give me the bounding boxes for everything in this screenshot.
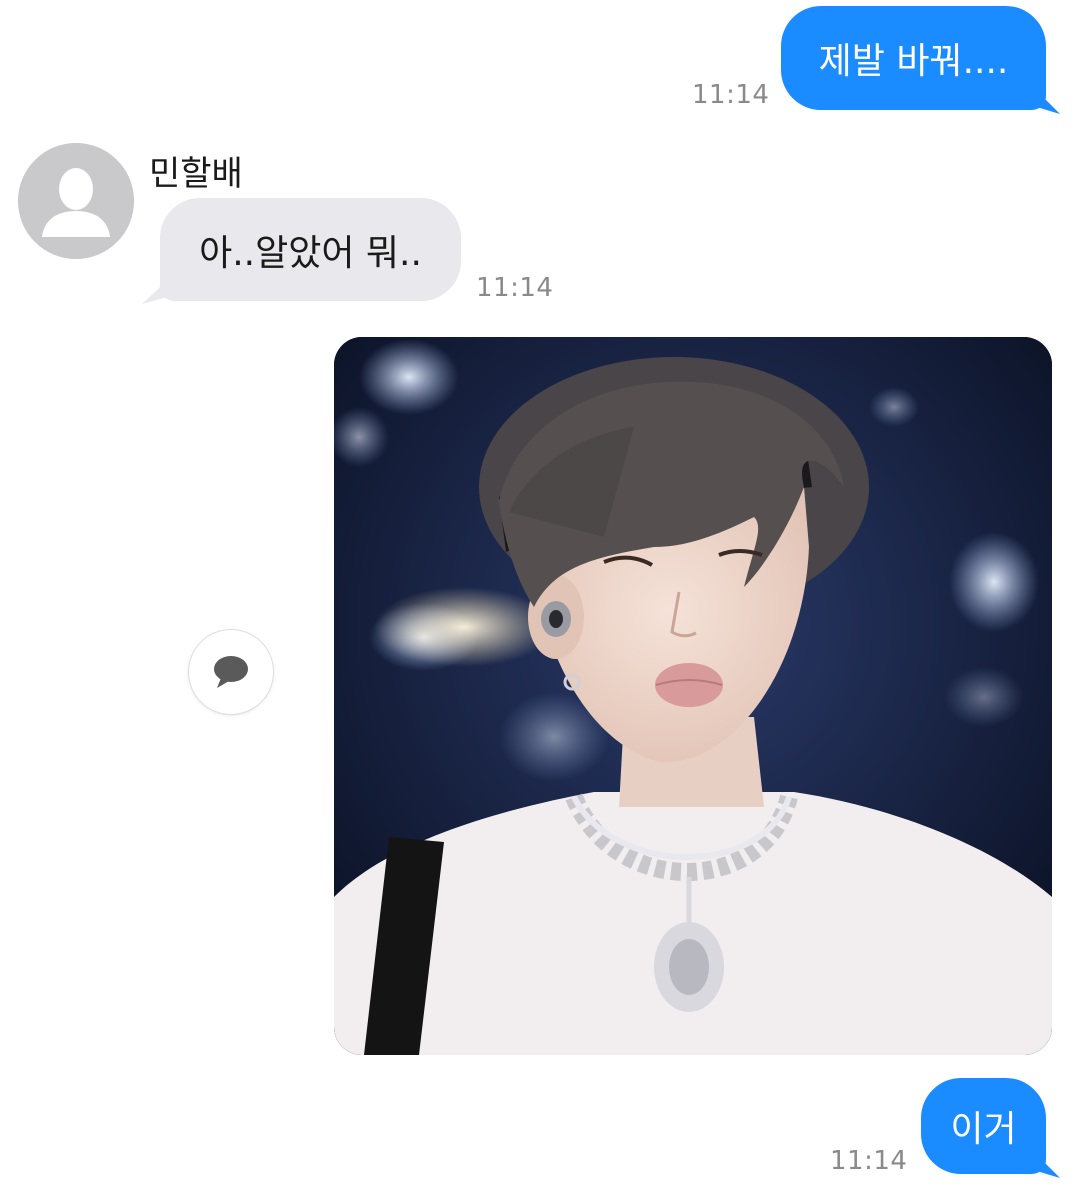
message-text: 제발 바꿔.... <box>818 41 1009 82</box>
message-timestamp: 11:14 <box>830 1146 908 1176</box>
photo-image: ren <box>334 337 1052 1055</box>
reply-button[interactable] <box>188 629 274 715</box>
incoming-message-bubble[interactable]: 아..알았어 뭐.. <box>160 198 461 301</box>
default-person-avatar-icon <box>18 143 134 259</box>
outgoing-message-bubble[interactable]: 제발 바꿔.... <box>781 6 1046 110</box>
sender-avatar[interactable] <box>18 143 134 259</box>
chat-thread: 제발 바꿔.... 11:14 민할배 아..알았어 뭐.. 11:14 이거 … <box>0 0 1080 1199</box>
message-text: 이거 <box>950 1109 1017 1150</box>
message-timestamp: 11:14 <box>476 273 554 303</box>
message-text: 아..알았어 뭐.. <box>199 232 422 274</box>
image-message[interactable]: ren <box>334 337 1052 1055</box>
message-timestamp: 11:14 <box>692 80 770 110</box>
sender-name: 민할배 <box>149 154 243 194</box>
speech-bubble-icon <box>214 656 248 688</box>
outgoing-message-bubble[interactable]: 이거 <box>921 1078 1046 1174</box>
